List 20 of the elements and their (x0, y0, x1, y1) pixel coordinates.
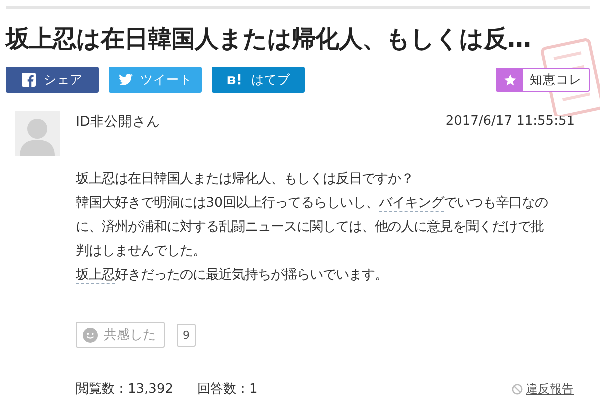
bookmark-icon (226, 73, 244, 87)
prohibited-icon (512, 384, 523, 394)
view-count: 閲覧数：13,392 (76, 381, 174, 398)
collection-button[interactable]: 知恵コレ (496, 68, 590, 92)
share-button[interactable]: はてブ (212, 67, 305, 93)
bird-icon (118, 73, 132, 87)
author-name[interactable]: ID非公開さん (76, 113, 160, 131)
facebook-icon (22, 73, 36, 87)
empathy-count: 9 (177, 324, 196, 346)
keyword-link[interactable]: 坂上忍 (76, 268, 115, 284)
post-date: 2017/6/17 11:55:51 (446, 114, 575, 129)
star-icon (504, 74, 516, 86)
report-link[interactable]: 違反報告 (512, 380, 574, 398)
question-text: 坂上忍は在日韓国人または帰化人、もしくは反日ですか？ 韓国大好きで明洞には30回以上行ってるらしいし、バイキングでいつも辛口なのに、済州が浦和に対する乱闘ニュースに関しては、他の人に意見を聞くだけで批判はしませんでした。 坂上忍好きだったのに最近気持ちが揺らいでいます。 (76, 170, 550, 286)
question-title: 坂上忍は在日韓国人または帰化人、もしくは反… (6, 24, 532, 55)
smiley-icon (83, 328, 98, 342)
share-button[interactable]: シェア (6, 67, 99, 93)
answer-count: 回答数：1 (198, 381, 258, 398)
keyword-link[interactable]: バイキング (379, 196, 444, 212)
avatar (15, 111, 60, 156)
